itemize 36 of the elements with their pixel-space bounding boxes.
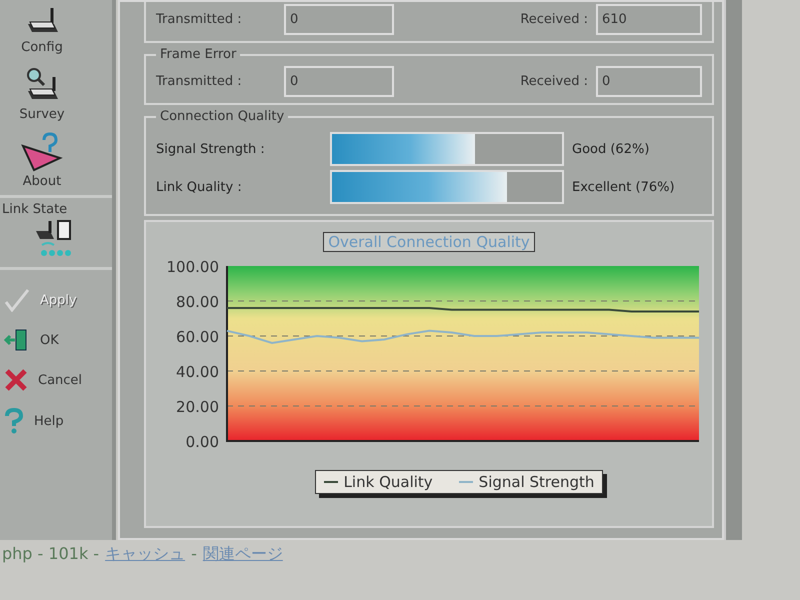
- legend-item: Signal Strength: [458, 473, 594, 491]
- check-icon: [4, 288, 30, 312]
- meter-label: Signal Strength :: [156, 142, 266, 156]
- field-label: Transmitted :: [156, 12, 243, 27]
- legend-item: Link Quality: [324, 473, 433, 491]
- y-tick-label: 0.00: [186, 433, 219, 451]
- triangle-question-icon: [20, 132, 64, 172]
- group-title: Connection Quality: [159, 109, 286, 124]
- nav-button[interactable]: Survey: [0, 61, 84, 128]
- action-button[interactable]: Cancel: [0, 366, 100, 394]
- action-button[interactable]: Help: [0, 406, 100, 436]
- meter-reading: Excellent (76%): [572, 180, 675, 194]
- link-state-label: Link State: [1, 202, 68, 217]
- help-icon: [4, 408, 24, 434]
- nav-button[interactable]: About: [0, 128, 84, 195]
- chart-title: Overall Connection Quality: [323, 232, 535, 252]
- value-field: 0: [284, 4, 394, 35]
- action-button[interactable]: OK: [0, 326, 100, 354]
- field-label: Received :: [520, 12, 588, 27]
- meter-reading: Good (62%): [572, 142, 650, 156]
- y-tick-label: 100.00: [166, 258, 219, 276]
- y-tick-label: 40.00: [176, 363, 219, 381]
- group-title: Frame Error: [159, 47, 238, 62]
- nav-button[interactable]: Config: [0, 0, 84, 61]
- field-label: Received :: [520, 74, 588, 89]
- close-icon: [4, 368, 28, 392]
- field-label: Transmitted :: [156, 74, 243, 89]
- value-field: 0: [596, 66, 702, 97]
- footer-text: -: [191, 544, 197, 565]
- y-tick-label: 60.00: [176, 328, 219, 346]
- y-tick-label: 80.00: [176, 293, 219, 311]
- value-field: 610: [596, 4, 702, 35]
- meter-label: Link Quality :: [156, 180, 243, 194]
- footer-text: php - 101k -: [2, 544, 100, 565]
- value-field: 0: [284, 66, 394, 97]
- y-tick-label: 20.00: [176, 398, 219, 416]
